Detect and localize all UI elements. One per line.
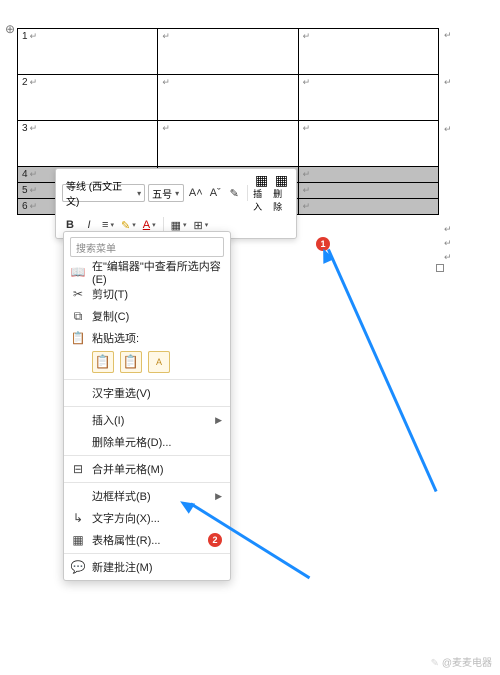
table-resize-handle[interactable] (436, 264, 444, 272)
menu-item-border-style[interactable]: 边框样式(B) ▶ (64, 485, 230, 507)
mini-toolbar: 等线 (西文正文) ▾ 五号 ▾ A˄ Aˇ ✎ ▦ 插入 ▦ 删除 B I ≡… (55, 168, 297, 239)
table-cell[interactable]: ↵ (298, 199, 438, 215)
cell-end-mark: ↵ (303, 123, 311, 133)
table-row[interactable]: 3 ↵ ↵ (18, 121, 439, 167)
chevron-down-icon: ▾ (137, 189, 141, 198)
paste-icon: 📋 (70, 331, 86, 345)
font-size-combo[interactable]: 五号 ▾ (148, 184, 184, 202)
cell-number: 5 (22, 185, 37, 196)
row-end-mark: ↵ (444, 30, 452, 41)
copy-icon: ⧉ (70, 309, 86, 324)
chevron-down-icon: ▾ (152, 221, 156, 229)
table-insert-icon: ▦ (255, 173, 268, 187)
cell-end-mark: ↵ (162, 31, 170, 41)
row-end-mark: ↵ (444, 124, 452, 135)
chevron-down-icon: ▾ (132, 221, 136, 229)
row-end-mark: ↵ (444, 77, 452, 88)
table-cell[interactable]: 2 (18, 75, 158, 121)
chevron-right-icon: ▶ (215, 415, 222, 426)
menu-item-paste-options: 📋 粘贴选项: (64, 327, 230, 349)
insert-button[interactable]: ▦ 插入 (253, 173, 270, 213)
cell-number: 4 (22, 169, 37, 180)
cell-align-icon: ⊞ (194, 219, 203, 232)
table-row[interactable]: 2 ↵ ↵ (18, 75, 439, 121)
row-end-mark: ↵ (444, 238, 452, 249)
cell-number: 6 (22, 201, 37, 212)
menu-item-delete-cells[interactable]: 删除单元格(D)... (64, 431, 230, 453)
paste-options-row: 📋 📋 A (64, 349, 230, 377)
table-cell[interactable]: ↵ (298, 75, 438, 121)
cell-end-mark: ↵ (162, 77, 170, 87)
table-properties-icon: ▦ (70, 533, 86, 547)
search-placeholder: 搜索菜单 (76, 240, 116, 255)
menu-item-new-comment[interactable]: 💬 新建批注(M) (64, 556, 230, 578)
cell-end-mark: ↵ (303, 31, 311, 41)
table-cell[interactable]: ↵ (158, 121, 298, 167)
menu-item-table-properties[interactable]: ▦ 表格属性(R)... 2 (64, 529, 230, 551)
watermark: ✎ @麦麦电器 (431, 654, 492, 669)
separator (64, 553, 230, 554)
separator (64, 406, 230, 407)
align-icon: ≡ (102, 219, 108, 231)
separator (64, 379, 230, 380)
cell-end-mark: ↵ (162, 123, 170, 133)
delete-button[interactable]: ▦ 删除 (273, 173, 290, 213)
font-name-value: 等线 (西文正文) (66, 178, 134, 208)
format-painter-button[interactable]: ✎ (226, 184, 242, 202)
cell-number: 1 (22, 31, 37, 42)
cell-number: 3 (22, 123, 37, 134)
menu-item-insert[interactable]: 插入(I) ▶ (64, 409, 230, 431)
separator (247, 185, 248, 201)
annotation-badge-2: 2 (208, 533, 222, 547)
table-row[interactable]: 1 ↵ ↵ (18, 29, 439, 75)
menu-item-cut[interactable]: ✂ 剪切(T) (64, 283, 230, 305)
table-cell[interactable]: ↵ (298, 167, 438, 183)
font-name-combo[interactable]: 等线 (西文正文) ▾ (62, 184, 145, 202)
comment-icon: 💬 (70, 560, 86, 574)
scissors-icon: ✂ (70, 287, 86, 301)
table-anchor-icon[interactable]: ⊕ (5, 22, 15, 36)
row-end-mark: ↵ (444, 224, 452, 235)
cell-end-mark: ↵ (303, 77, 311, 87)
font-size-value: 五号 (152, 186, 172, 201)
context-menu: 搜索菜单 📖 在"编辑器"中查看所选内容(E) ✂ 剪切(T) ⧉ 复制(C) … (63, 231, 231, 581)
cell-end-mark: ↵ (303, 201, 311, 211)
table-cell[interactable]: 1 (18, 29, 158, 75)
table-cell[interactable]: ↵ (298, 121, 438, 167)
chevron-down-icon: ▾ (110, 221, 114, 229)
book-icon: 📖 (70, 265, 86, 279)
menu-item-merge-cells[interactable]: ⊟ 合并单元格(M) (64, 458, 230, 480)
cell-end-mark: ↵ (303, 169, 311, 179)
separator (64, 482, 230, 483)
chevron-down-icon: ▾ (205, 221, 209, 229)
cell-end-mark: ↵ (303, 185, 311, 195)
paste-merge-button[interactable]: 📋 (120, 351, 142, 373)
paste-keep-source-button[interactable]: 📋 (92, 351, 114, 373)
table-cell[interactable]: ↵ (298, 29, 438, 75)
text-direction-icon: ↳ (70, 511, 86, 525)
table-cell[interactable]: 3 (18, 121, 158, 167)
font-color-icon: A (143, 219, 150, 231)
paste-text-only-button[interactable]: A (148, 351, 170, 373)
table-delete-icon: ▦ (275, 173, 288, 187)
chevron-down-icon: ▾ (175, 189, 179, 198)
cell-number: 2 (22, 77, 37, 88)
chevron-right-icon: ▶ (215, 491, 222, 502)
menu-search-input[interactable]: 搜索菜单 (70, 237, 224, 257)
highlight-icon: ✎ (121, 219, 130, 232)
table-cell[interactable]: ↵ (298, 183, 438, 199)
borders-icon: ▦ (171, 219, 181, 232)
grow-font-button[interactable]: A˄ (187, 184, 204, 202)
menu-item-copy[interactable]: ⧉ 复制(C) (64, 305, 230, 327)
row-end-mark: ↵ (444, 252, 452, 263)
merge-icon: ⊟ (70, 462, 86, 476)
menu-item-lookup[interactable]: 📖 在"编辑器"中查看所选内容(E) (64, 261, 230, 283)
chevron-down-icon: ▾ (183, 221, 187, 229)
table-cell[interactable]: ↵ (158, 29, 298, 75)
menu-item-hanzi[interactable]: 汉字重选(V) (64, 382, 230, 404)
annotation-arrow-1 (327, 249, 438, 492)
shrink-font-button[interactable]: Aˇ (207, 184, 223, 202)
table-cell[interactable]: ↵ (158, 75, 298, 121)
separator (64, 455, 230, 456)
